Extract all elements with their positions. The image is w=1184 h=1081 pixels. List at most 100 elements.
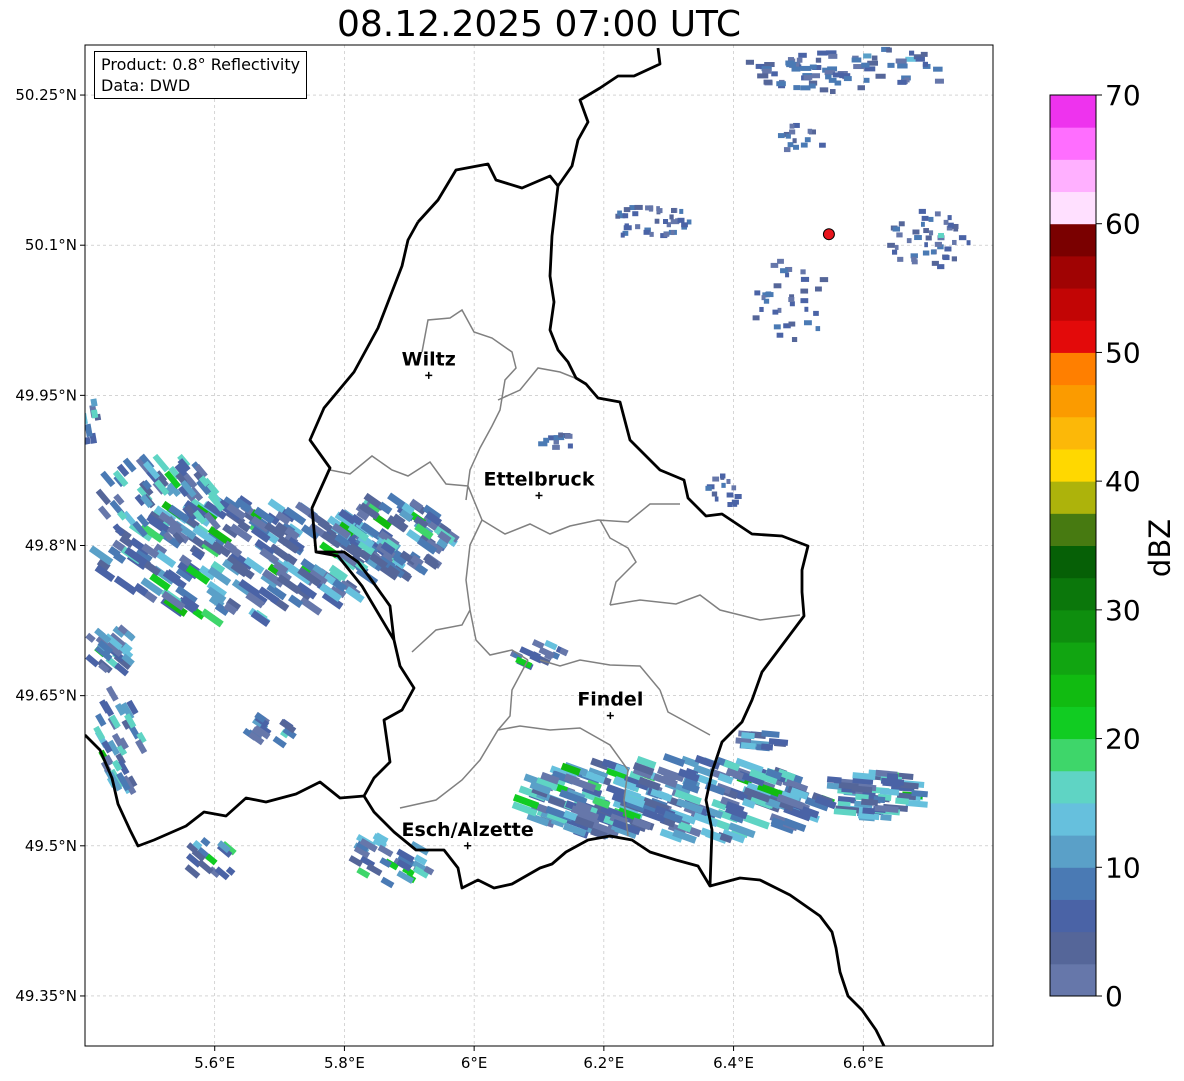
echo-cell — [922, 61, 928, 67]
colorbar-tick-label: 10 — [1105, 851, 1141, 884]
echo-cell — [745, 59, 754, 65]
colorbar-tick-label: 20 — [1105, 723, 1141, 756]
colorbar-segment — [1050, 416, 1096, 450]
echo-cell — [819, 277, 829, 283]
colorbar-segment — [1050, 899, 1096, 933]
echo-cell — [789, 123, 795, 129]
echo-cell — [776, 332, 784, 338]
echo-cell — [832, 72, 844, 78]
colorbar-segment — [1050, 963, 1096, 997]
echo-cell — [943, 255, 950, 261]
lon-tick-label: 6.2°E — [583, 1054, 624, 1072]
radar-map: WiltzEttelbruckFindelEsch/Alzette 5.6°E 5… — [15, 44, 1177, 1072]
echo-cell — [789, 129, 796, 135]
latitude-ticks: 49.35°N 49.5°N 49.65°N 49.8°N 49.95°N 50.1°N 5… — [15, 86, 85, 1005]
colorbar-segment — [1050, 255, 1096, 289]
echo-cell — [773, 324, 781, 330]
colorbar: 0 10 20 30 40 50 60 70 — [1049, 79, 1141, 1013]
echo-cell — [719, 473, 726, 479]
echo-cell — [804, 137, 811, 143]
echo-cell — [800, 65, 812, 71]
echo-cell — [800, 269, 806, 275]
echo-cell — [767, 292, 774, 298]
echo-cell — [754, 290, 761, 296]
colorbar-tick-label: 60 — [1105, 208, 1141, 241]
echo-cell — [760, 743, 774, 751]
echo-cell — [863, 77, 870, 83]
echo-cell — [921, 215, 929, 221]
echo-cell — [951, 256, 957, 262]
lat-tick-label: 49.35°N — [15, 987, 77, 1005]
colorbar-segment — [1050, 448, 1096, 482]
echo-cell — [681, 222, 688, 228]
echo-cell — [649, 231, 654, 237]
colorbar-segment — [1050, 481, 1096, 514]
echo-cell — [947, 222, 954, 228]
echo-cell — [623, 207, 631, 213]
colorbar-tick-label: 0 — [1105, 980, 1123, 1013]
echo-cell — [773, 283, 782, 289]
echo-cell — [726, 492, 734, 498]
echo-cell — [670, 230, 675, 236]
echo-cell — [632, 211, 639, 217]
echo-cell — [635, 224, 641, 230]
city-label: Wiltz — [402, 348, 456, 370]
echo-cell — [944, 246, 952, 252]
echo-cell — [780, 268, 788, 274]
echo-cell — [894, 244, 899, 250]
colorbar-segment — [1050, 706, 1096, 740]
echo-cell — [800, 276, 810, 282]
city-label: Esch/Alzette — [402, 819, 534, 841]
echo-cell — [898, 221, 905, 227]
echo-cell — [786, 62, 796, 68]
echo-cell — [565, 433, 573, 439]
colorbar-tick-label: 70 — [1105, 79, 1141, 112]
colorbar-segment — [1050, 674, 1096, 707]
echo-cell — [804, 306, 809, 312]
echo-cell — [567, 443, 573, 449]
echo-cell — [887, 62, 895, 68]
echo-cell — [543, 437, 550, 443]
lon-tick-label: 5.8°E — [324, 1054, 365, 1072]
echo-cell — [875, 73, 886, 79]
echo-cell — [862, 807, 875, 815]
echo-cell — [793, 144, 800, 150]
echo-cell — [796, 57, 803, 63]
echo-cell — [819, 142, 826, 148]
echo-cell — [732, 501, 738, 507]
echo-cell — [776, 81, 786, 87]
echo-cell — [880, 814, 892, 821]
echo-cell — [803, 320, 812, 326]
colorbar-segment — [1050, 288, 1096, 321]
lon-tick-label: 6.6°E — [843, 1054, 884, 1072]
echo-cell — [829, 89, 836, 95]
echo-cell — [726, 478, 731, 484]
echo-cell — [914, 235, 922, 241]
echo-cell — [634, 204, 643, 210]
colorbar-segment — [1050, 609, 1096, 643]
colorbar-segment — [1050, 384, 1096, 418]
echo-cell — [897, 256, 904, 262]
echo-cell — [920, 51, 928, 57]
echo-cell — [662, 219, 669, 225]
echo-cell — [857, 85, 865, 91]
data-source-label: Data: DWD — [101, 76, 191, 95]
echo-cell — [953, 226, 959, 232]
echo-cell — [958, 235, 967, 241]
echo-cell — [731, 485, 737, 491]
echo-cell — [909, 50, 915, 56]
colorbar-segment — [1050, 802, 1096, 836]
echo-cell — [763, 298, 770, 304]
echo-cell — [814, 286, 822, 292]
colorbar-segment — [1050, 127, 1096, 160]
echo-cell — [924, 242, 928, 248]
echo-cell — [809, 83, 816, 89]
echo-cell — [759, 306, 764, 312]
echo-cell — [798, 52, 807, 58]
echo-cell — [705, 485, 712, 491]
colorbar-segment — [1050, 577, 1096, 611]
colorbar-segment — [1050, 95, 1096, 128]
longitude-ticks: 5.6°E 5.8°E 6°E 6.2°E 6.4°E 6.6°E — [194, 1046, 884, 1072]
echo-cell — [861, 62, 870, 68]
colorbar-tick-label: 50 — [1105, 336, 1141, 369]
